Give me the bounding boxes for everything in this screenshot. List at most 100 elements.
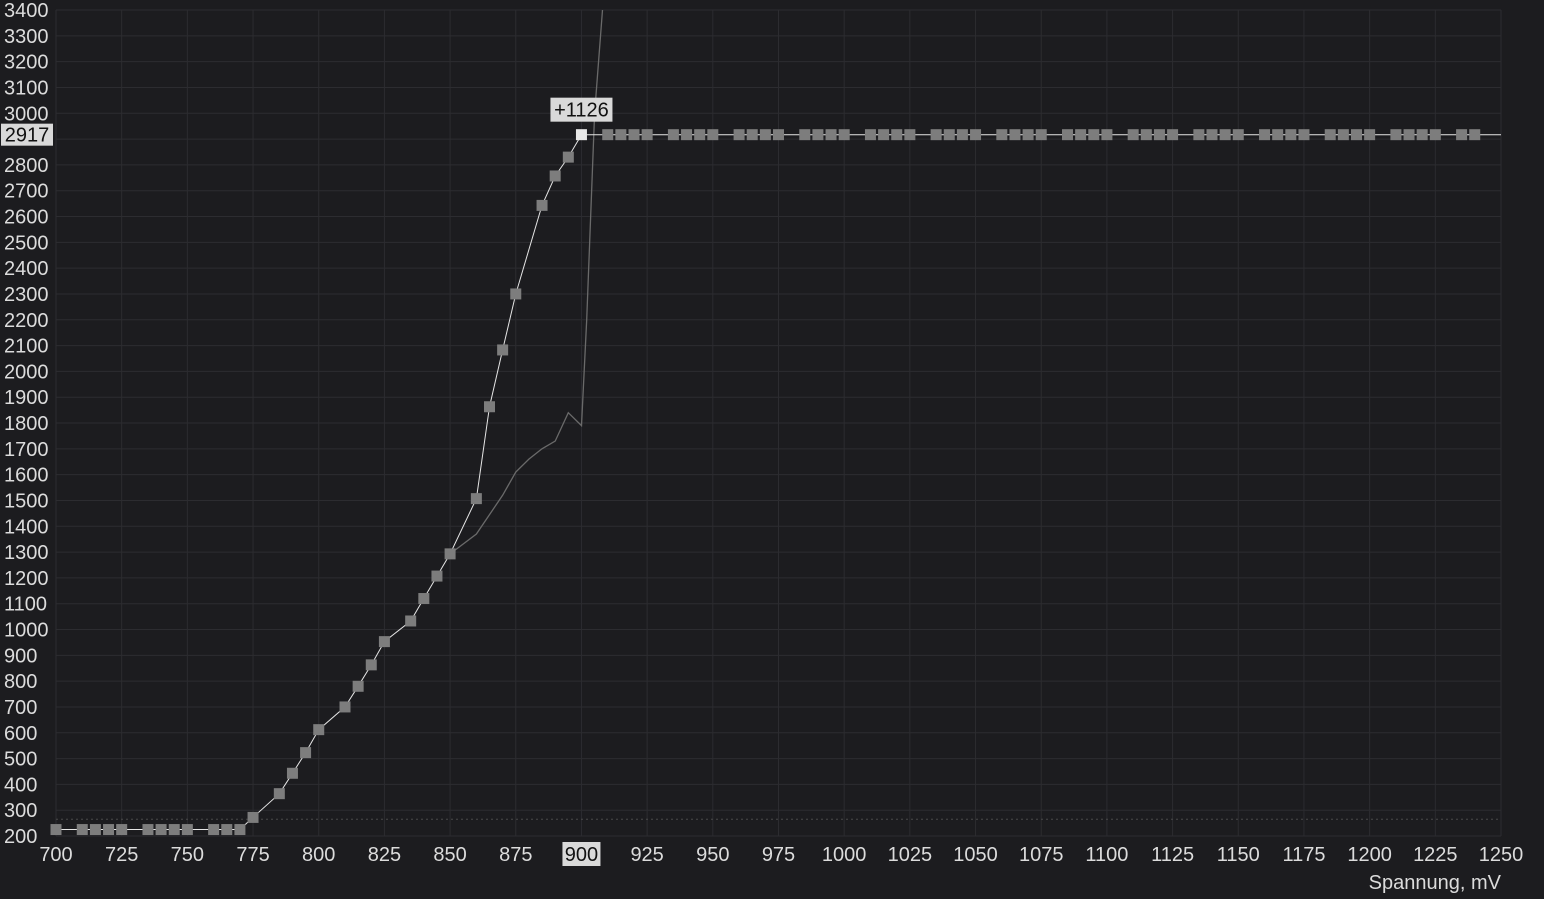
curve-point[interactable] <box>168 824 180 836</box>
curve-point[interactable] <box>956 129 968 141</box>
curve-point[interactable] <box>1403 129 1415 141</box>
curve-point[interactable] <box>891 129 903 141</box>
curve-point[interactable] <box>628 129 640 141</box>
curve-point[interactable] <box>930 129 942 141</box>
curve-point[interactable] <box>1469 129 1481 141</box>
curve-point[interactable] <box>142 824 154 836</box>
curve-point[interactable] <box>667 129 679 141</box>
curve-point[interactable] <box>1140 129 1152 141</box>
x-tick-label: 1200 <box>1347 844 1392 866</box>
curve-point[interactable] <box>181 824 193 836</box>
curve-point[interactable] <box>773 129 784 141</box>
y-tick-label: 2100 <box>4 336 49 358</box>
curve-point[interactable] <box>878 129 890 141</box>
curve-point[interactable] <box>300 747 312 759</box>
curve-point[interactable] <box>1259 129 1271 141</box>
curve-point[interactable] <box>864 129 876 141</box>
curve-point[interactable] <box>838 129 850 141</box>
curve-point[interactable] <box>1127 129 1139 141</box>
curve-point[interactable] <box>1232 129 1244 141</box>
frequency-voltage-curve-chart[interactable]: 200 300 400 500 600 700 800 900 1000 1100 1200 1300… <box>0 0 1544 899</box>
curve-point[interactable] <box>996 129 1008 141</box>
curve-point[interactable] <box>444 548 456 560</box>
y-tick-label: 500 <box>4 749 37 771</box>
curve-point[interactable] <box>1193 129 1205 141</box>
curve-point[interactable] <box>89 824 101 836</box>
y-tick-label: 2200 <box>4 310 49 332</box>
curve-point[interactable] <box>615 129 627 141</box>
curve-point[interactable] <box>50 824 62 836</box>
y-axis-highlight-label: 2917 <box>5 125 50 147</box>
curve-point[interactable] <box>904 129 916 141</box>
curve-point[interactable] <box>1022 129 1034 141</box>
curve-point[interactable] <box>76 824 88 836</box>
curve-point[interactable] <box>247 811 259 823</box>
curve-point[interactable] <box>641 129 653 141</box>
curve-point[interactable] <box>1351 129 1362 141</box>
curve-point[interactable] <box>825 129 837 141</box>
curve-point[interactable] <box>1298 129 1310 141</box>
curve-point[interactable] <box>1416 129 1428 141</box>
x-tick-label: 775 <box>236 844 269 866</box>
curve-point[interactable] <box>1429 129 1441 141</box>
y-tick-label: 400 <box>4 774 37 796</box>
curve-point[interactable] <box>549 170 561 182</box>
curve-point[interactable] <box>812 129 824 141</box>
curve-point[interactable] <box>234 824 246 836</box>
curve-point[interactable] <box>1337 129 1349 141</box>
curve-point[interactable] <box>1219 129 1231 141</box>
curve-point[interactable] <box>1285 129 1297 141</box>
curve-point[interactable] <box>1101 129 1113 141</box>
curve-point[interactable] <box>1272 129 1284 141</box>
curve-point[interactable] <box>470 493 482 505</box>
curve-point[interactable] <box>1153 129 1165 141</box>
curve-point[interactable] <box>1324 129 1336 141</box>
x-axis-tick-labels: 700 725 750 775 800 825 850 875 925 950 975 1000 102… <box>39 844 1523 866</box>
curve-point[interactable] <box>405 615 417 627</box>
curve-point[interactable] <box>313 724 325 736</box>
curve-point[interactable] <box>273 788 285 800</box>
curve-point[interactable] <box>562 151 574 163</box>
curve-point[interactable] <box>418 593 430 605</box>
curve-point[interactable] <box>378 636 390 648</box>
curve-point[interactable] <box>339 701 351 713</box>
curve-point[interactable] <box>602 129 614 141</box>
curve-point[interactable] <box>1088 129 1100 141</box>
curve-point[interactable] <box>208 824 220 836</box>
curve-point[interactable] <box>707 129 719 141</box>
y-tick-label: 1600 <box>4 465 49 487</box>
curve-point[interactable] <box>943 129 955 141</box>
curve-point[interactable] <box>1206 129 1218 141</box>
curve-point[interactable] <box>103 824 115 836</box>
selected-curve-point[interactable] <box>575 129 587 141</box>
curve-point[interactable] <box>536 199 548 211</box>
curve-point[interactable] <box>1009 129 1021 141</box>
curve-point[interactable] <box>759 129 771 141</box>
curve-point[interactable] <box>799 129 811 141</box>
curve-point[interactable] <box>352 680 364 692</box>
y-tick-label: 800 <box>4 671 37 693</box>
curve-point[interactable] <box>431 570 443 582</box>
curve-point[interactable] <box>1062 129 1073 141</box>
curve-point[interactable] <box>1035 129 1047 141</box>
curve-point[interactable] <box>221 824 233 836</box>
curve-point[interactable] <box>1390 129 1402 141</box>
curve-point[interactable] <box>1167 129 1179 141</box>
curve-point[interactable] <box>510 288 522 300</box>
curve-point[interactable] <box>733 129 745 141</box>
curve-point[interactable] <box>1456 129 1468 141</box>
curve-point[interactable] <box>116 824 128 836</box>
curve-point[interactable] <box>694 129 706 141</box>
x-tick-label: 1050 <box>953 844 998 866</box>
curve-point[interactable] <box>484 401 495 413</box>
curve-point[interactable] <box>497 344 509 356</box>
curve-point[interactable] <box>681 129 693 141</box>
curve-point[interactable] <box>970 129 982 141</box>
curve-point[interactable] <box>1075 129 1087 141</box>
curve-point[interactable] <box>155 824 167 836</box>
y-tick-label: 3100 <box>4 77 49 99</box>
curve-point[interactable] <box>286 767 298 779</box>
curve-point[interactable] <box>746 129 758 141</box>
curve-point[interactable] <box>1364 129 1376 141</box>
curve-point[interactable] <box>365 659 377 671</box>
